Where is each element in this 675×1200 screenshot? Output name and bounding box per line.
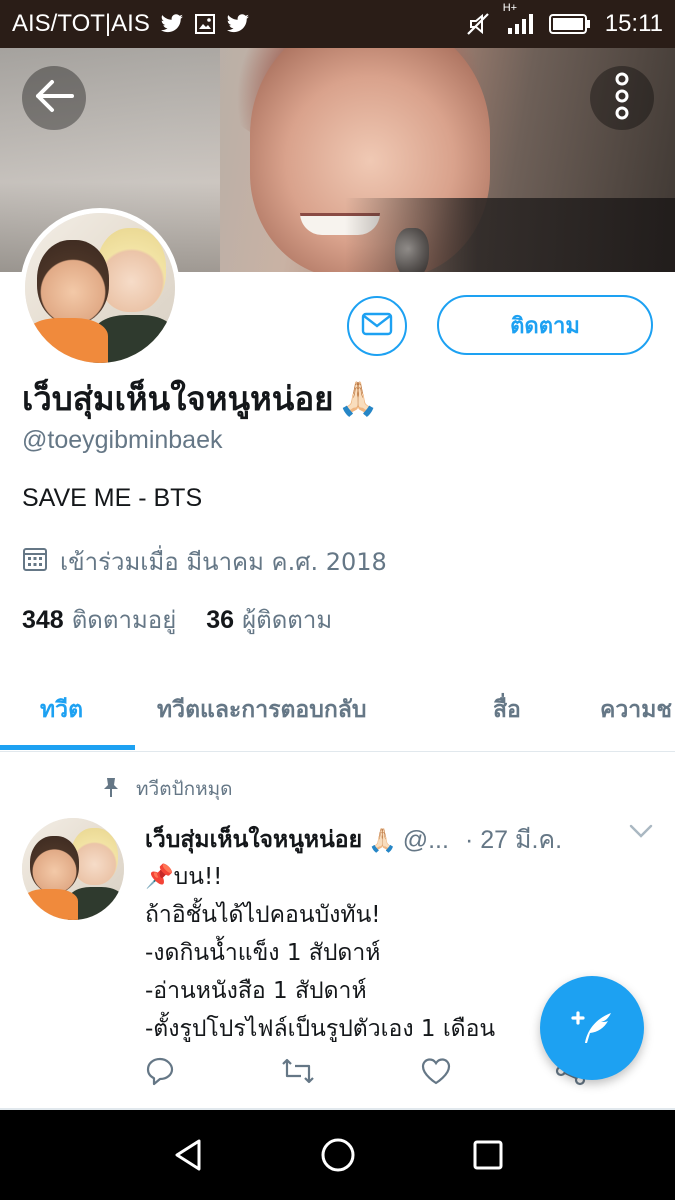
tweet-date: · 27 มี.ค. [464,826,563,854]
tweet-text: 📌บน!! ถ้าอิชั้นได้ไปคอนบังทัน! -งดกินน้ำ… [145,858,565,1048]
pinned-indicator: ทวีตปักหมุด [100,774,232,804]
system-navigation-bar [0,1110,675,1200]
tweet-line: ถ้าอิชั้นได้ไปคอนบังทัน! [145,902,381,928]
display-name-text: เว็บสุ่มเห็นใจหนูหน่อย [22,379,334,418]
tab-media[interactable]: สื่อ [493,692,521,728]
profile-avatar[interactable] [20,208,180,368]
signal-icon: H+ [503,2,535,36]
like-icon[interactable] [420,1056,452,1090]
tab-tweets-and-replies[interactable]: ทวีตและการตอบกลับ [157,692,366,728]
back-button[interactable] [22,66,86,130]
compose-tweet-icon [567,1003,617,1053]
twitter-icon [226,14,250,34]
followers-label: ผู้ติดตาม [242,606,333,634]
following-stat[interactable]: 348 ติดตามอยู่ [22,600,176,639]
more-options-button[interactable] [590,66,654,130]
follow-button[interactable]: ติดตาม [437,295,653,355]
pinned-label: ทวีตปักหมุด [136,778,233,800]
mute-icon [465,11,491,37]
compose-tweet-button[interactable] [540,976,644,1080]
home-circle-icon[interactable] [315,1132,361,1178]
tweet-author-handle: @... [402,825,449,854]
bio: SAVE ME - BTS [22,484,203,512]
join-date-text: เข้าร่วมเมื่อ มีนาคม ค.ศ. 2018 [60,548,387,576]
tab-tweets[interactable]: ทวีต [40,692,83,728]
folded-hands-emoji: 🙏🏻 [368,827,397,854]
tweet-line: -ตั้งรูปโปรไฟล์เป็นรูปตัวเอง 1 เดือน [145,1016,496,1042]
status-bar: AIS/TOT|AIS H+ 15:11 [0,0,675,48]
envelope-icon [361,312,393,340]
tweet-line: 📌บน!! [145,864,223,890]
reply-icon[interactable] [145,1056,175,1090]
back-triangle-icon[interactable] [166,1132,212,1178]
message-button[interactable] [347,296,407,356]
tweet-header: เว็บสุ่มเห็นใจหนูหน่อย 🙏🏻 @... · 27 มี.ค… [145,820,562,860]
folded-hands-emoji: 🙏🏻 [337,378,379,418]
twitter-icon [160,14,184,34]
tweet-line: -อ่านหนังสือ 1 สัปดาห์ [145,978,367,1004]
user-handle: @toeygibminbaek [22,426,223,454]
tab-likes[interactable]: ความช [600,692,672,728]
clock: 15:11 [604,10,663,37]
profile-tabs: ทวีต ทวีตและการตอบกลับ สื่อ ความช [0,672,675,752]
tweet-author-name[interactable]: เว็บสุ่มเห็นใจหนูหน่อย [145,822,362,858]
tweet-author-avatar[interactable] [22,818,124,920]
arrow-left-icon [32,78,76,118]
chevron-down-icon[interactable] [628,822,654,844]
display-name: เว็บสุ่มเห็นใจหนูหน่อย 🙏🏻 [22,372,379,425]
network-type-label: H+ [502,2,518,14]
battery-icon [548,13,591,35]
image-notification-icon [194,13,216,35]
calendar-icon [22,546,48,578]
twitter-profile-screen: AIS/TOT|AIS H+ 15:11 ติดตาม เว็บสุ่มเห็น… [0,0,675,1200]
profile-stats: 348 ติดตามอยู่ 36 ผู้ติดตาม [22,600,332,639]
recents-square-icon[interactable] [465,1132,511,1178]
followers-count: 36 [206,606,235,634]
pin-icon [100,776,122,803]
followers-stat[interactable]: 36 ผู้ติดตาม [206,600,332,639]
following-label: ติดตามอยู่ [71,606,177,634]
carrier-label: AIS/TOT|AIS [12,10,150,37]
active-tab-indicator [0,745,135,750]
following-count: 348 [22,606,64,634]
retweet-icon[interactable] [280,1056,316,1090]
tweet-actions [145,1056,605,1092]
tweet-line: -งดกินน้ำแข็ง 1 สัปดาห์ [145,940,381,966]
join-date: เข้าร่วมเมื่อ มีนาคม ค.ศ. 2018 [22,542,387,581]
more-vertical-icon [614,71,630,125]
